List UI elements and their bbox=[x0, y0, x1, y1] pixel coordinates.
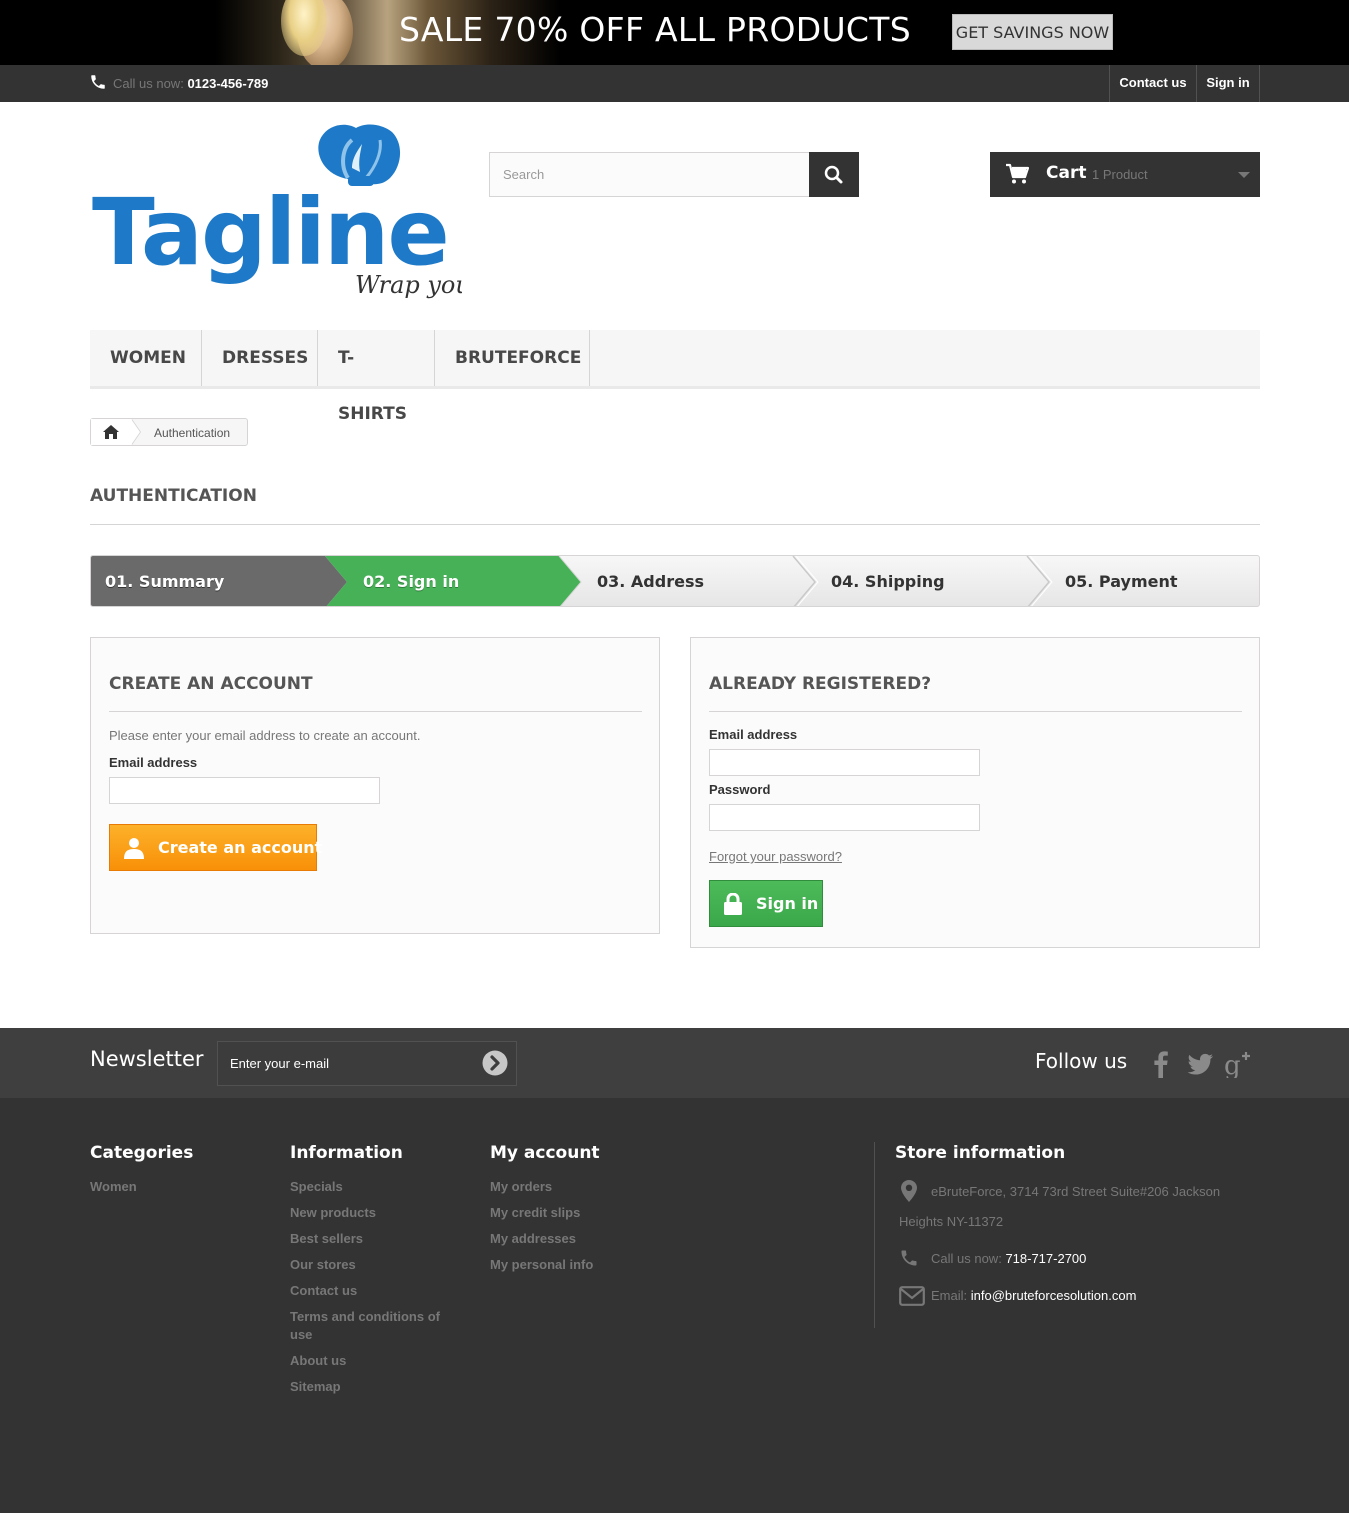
get-savings-button[interactable]: GET SAVINGS NOW bbox=[952, 14, 1113, 50]
newsletter-bar: Newsletter Follow us g bbox=[0, 1028, 1349, 1098]
menu-item-bruteforce[interactable]: BRUTEFORCE bbox=[435, 330, 590, 386]
follow-us-label: Follow us bbox=[1035, 1049, 1128, 1073]
svg-text:g: g bbox=[1224, 1051, 1241, 1078]
cart-block[interactable]: Cart 1 Product bbox=[990, 152, 1260, 197]
store-phone-number: 718-717-2700 bbox=[1005, 1251, 1087, 1266]
search-button[interactable] bbox=[809, 152, 859, 197]
newsletter-title: Newsletter bbox=[90, 1047, 204, 1071]
footer-link-new-products[interactable]: New products bbox=[290, 1204, 376, 1222]
lock-icon bbox=[724, 893, 742, 915]
cart-count: 1 Product bbox=[1092, 167, 1148, 182]
newsletter-email-input[interactable] bbox=[230, 1042, 470, 1085]
menu-item-women[interactable]: WOMEN bbox=[90, 330, 202, 386]
promo-banner[interactable]: SALE 70% OFF ALL PRODUCTS GET SAVINGS NO… bbox=[0, 0, 1349, 65]
store-address-line2: Heights NY-11372 bbox=[899, 1214, 1004, 1229]
search-input[interactable] bbox=[489, 152, 810, 197]
password-input[interactable] bbox=[709, 804, 980, 831]
store-email-link[interactable]: info@bruteforcesolution.com bbox=[971, 1288, 1137, 1303]
arrow-right-circle-icon[interactable] bbox=[482, 1050, 508, 1076]
menu-item-t-shirts[interactable]: T-SHIRTS bbox=[318, 330, 435, 424]
footer-link-terms[interactable]: Terms and conditions of use bbox=[290, 1308, 450, 1344]
page-title-divider bbox=[90, 524, 1260, 525]
twitter-icon[interactable] bbox=[1185, 1048, 1215, 1078]
footer-link-women[interactable]: Women bbox=[90, 1178, 137, 1196]
newsletter-form bbox=[217, 1041, 517, 1086]
main-menu: WOMEN DRESSES T-SHIRTS BRUTEFORCE bbox=[90, 330, 1260, 424]
breadcrumb-home[interactable] bbox=[91, 419, 131, 445]
footer-link-our-stores[interactable]: Our stores bbox=[290, 1256, 356, 1274]
create-account-button[interactable]: Create an account bbox=[109, 824, 322, 871]
cart-label: Cart bbox=[1046, 163, 1087, 183]
menu-item-dresses[interactable]: DRESSES bbox=[202, 330, 318, 386]
login-title: ALREADY REGISTERED? bbox=[709, 674, 932, 694]
footer-store-title: Store information bbox=[895, 1143, 1066, 1163]
create-email-input[interactable] bbox=[109, 777, 380, 804]
step-address: 03. Address bbox=[597, 572, 704, 591]
site-logo[interactable]: Tagline Wrap you bbox=[90, 120, 471, 305]
seashell-logo-icon bbox=[318, 124, 401, 186]
phone-icon bbox=[91, 75, 105, 89]
home-icon bbox=[103, 425, 119, 439]
footer-my-account-title: My account bbox=[490, 1143, 600, 1163]
chevron-down-icon[interactable] bbox=[1238, 172, 1250, 178]
sign-in-button-label: Sign in bbox=[756, 894, 819, 913]
breadcrumb: Authentication bbox=[90, 418, 248, 446]
create-account-title: CREATE AN ACCOUNT bbox=[109, 674, 313, 694]
step-payment: 05. Payment bbox=[1065, 572, 1178, 591]
footer-link-specials[interactable]: Specials bbox=[290, 1178, 343, 1196]
envelope-icon bbox=[899, 1286, 925, 1306]
google-plus-icon[interactable]: g bbox=[1224, 1048, 1254, 1078]
promo-headline: SALE 70% OFF ALL PRODUCTS bbox=[399, 10, 911, 49]
store-address-line1: eBruteForce, 3714 73rd Street Suite#206 … bbox=[931, 1184, 1221, 1199]
step-sign-in: 02. Sign in bbox=[363, 572, 460, 591]
footer-link-my-credit-slips[interactable]: My credit slips bbox=[490, 1204, 580, 1222]
footer-information-title: Information bbox=[290, 1143, 403, 1163]
login-email-input[interactable] bbox=[709, 749, 980, 776]
store-phone: Call us now: 718-717-2700 bbox=[931, 1251, 1087, 1266]
page-title: AUTHENTICATION bbox=[90, 486, 257, 506]
footer: Categories Women Information Specials Ne… bbox=[0, 1098, 1349, 1513]
footer-link-contact-us[interactable]: Contact us bbox=[290, 1282, 357, 1300]
step-summary[interactable]: 01. Summary bbox=[105, 572, 224, 591]
search-form bbox=[489, 152, 859, 197]
footer-link-about-us[interactable]: About us bbox=[290, 1352, 346, 1370]
create-account-button-label: Create an account bbox=[158, 838, 323, 857]
login-email-label: Email address bbox=[709, 727, 798, 742]
step-shipping: 04. Shipping bbox=[831, 572, 945, 591]
create-account-description: Please enter your email address to creat… bbox=[109, 728, 421, 743]
footer-link-my-personal-info[interactable]: My personal info bbox=[490, 1256, 593, 1274]
top-phone-text: Call us now: 0123-456-789 bbox=[113, 76, 269, 91]
footer-link-my-addresses[interactable]: My addresses bbox=[490, 1230, 576, 1248]
store-email: Email: info@bruteforcesolution.com bbox=[931, 1288, 1137, 1303]
phone-icon bbox=[901, 1250, 917, 1266]
password-label: Password bbox=[709, 782, 771, 797]
footer-link-sitemap[interactable]: Sitemap bbox=[290, 1378, 341, 1396]
facebook-icon[interactable] bbox=[1146, 1048, 1176, 1078]
forgot-password-link[interactable]: Forgot your password? bbox=[709, 849, 842, 864]
sign-in-link[interactable]: Sign in bbox=[1196, 65, 1260, 102]
create-account-form: CREATE AN ACCOUNT Please enter your emai… bbox=[90, 637, 660, 934]
top-bar: Call us now: 0123-456-789 Contact us Sig… bbox=[0, 65, 1349, 102]
logo-tagline: Wrap you bbox=[355, 271, 462, 299]
search-icon bbox=[824, 165, 843, 184]
footer-link-my-orders[interactable]: My orders bbox=[490, 1178, 552, 1196]
breadcrumb-current: Authentication bbox=[154, 426, 231, 440]
login-form: ALREADY REGISTERED? Email address Passwo… bbox=[690, 637, 1260, 948]
top-phone-number: 0123-456-789 bbox=[187, 76, 269, 91]
footer-categories-title: Categories bbox=[90, 1143, 194, 1163]
logo-text: Tagline bbox=[92, 179, 448, 286]
user-icon bbox=[124, 838, 144, 859]
map-marker-icon bbox=[901, 1180, 917, 1202]
sign-in-button[interactable]: Sign in bbox=[709, 880, 823, 927]
cart-icon bbox=[1006, 163, 1029, 184]
footer-link-best-sellers[interactable]: Best sellers bbox=[290, 1230, 363, 1248]
create-email-label: Email address bbox=[109, 755, 198, 770]
contact-us-link[interactable]: Contact us bbox=[1109, 65, 1196, 102]
order-steps: 01. Summary 02. Sign in 03. Address 04. … bbox=[90, 555, 1260, 607]
